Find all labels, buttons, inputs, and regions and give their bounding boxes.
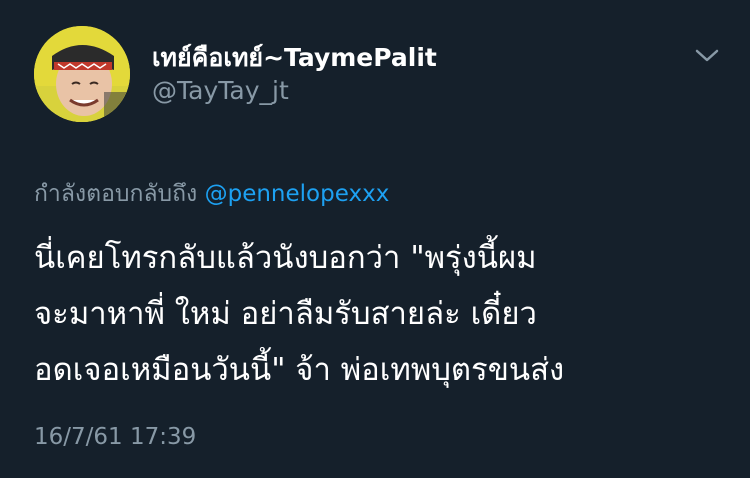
- tweet-body: นี่เคยโทรกลับแล้วนังบอกว่า "พรุ่งนี้ผม จ…: [34, 230, 734, 398]
- tweet-timestamp[interactable]: 16/7/61 17:39: [34, 424, 196, 450]
- tweet-card: เทย์คือเทย์~TaymePalit @TayTay_jt กำลังต…: [0, 0, 750, 478]
- avatar[interactable]: [34, 26, 130, 122]
- author-handle[interactable]: @TayTay_jt: [152, 76, 289, 105]
- tweet-text-line: นี่เคยโทรกลับแล้วนังบอกว่า "พรุ่งนี้ผม: [34, 240, 537, 276]
- tweet-text-line: จะมาหาพี่ ใหม่ อย่าลืมรับสายล่ะ เดี๋ยว: [34, 296, 537, 332]
- reply-prefix: กำลังตอบกลับถึง: [34, 181, 198, 207]
- tweet-text-line: อดเจอเหมือนวันนี้" จ้า พ่อเทพบุตรขนส่ง: [34, 352, 565, 388]
- author-display-name[interactable]: เทย์คือเทย์~TaymePalit: [152, 38, 437, 78]
- reply-mention-link[interactable]: @pennelopexxx: [205, 181, 390, 207]
- chevron-down-icon[interactable]: [694, 46, 720, 66]
- avatar-image: [34, 26, 130, 122]
- reply-context: กำลังตอบกลับถึง @pennelopexxx: [34, 176, 389, 212]
